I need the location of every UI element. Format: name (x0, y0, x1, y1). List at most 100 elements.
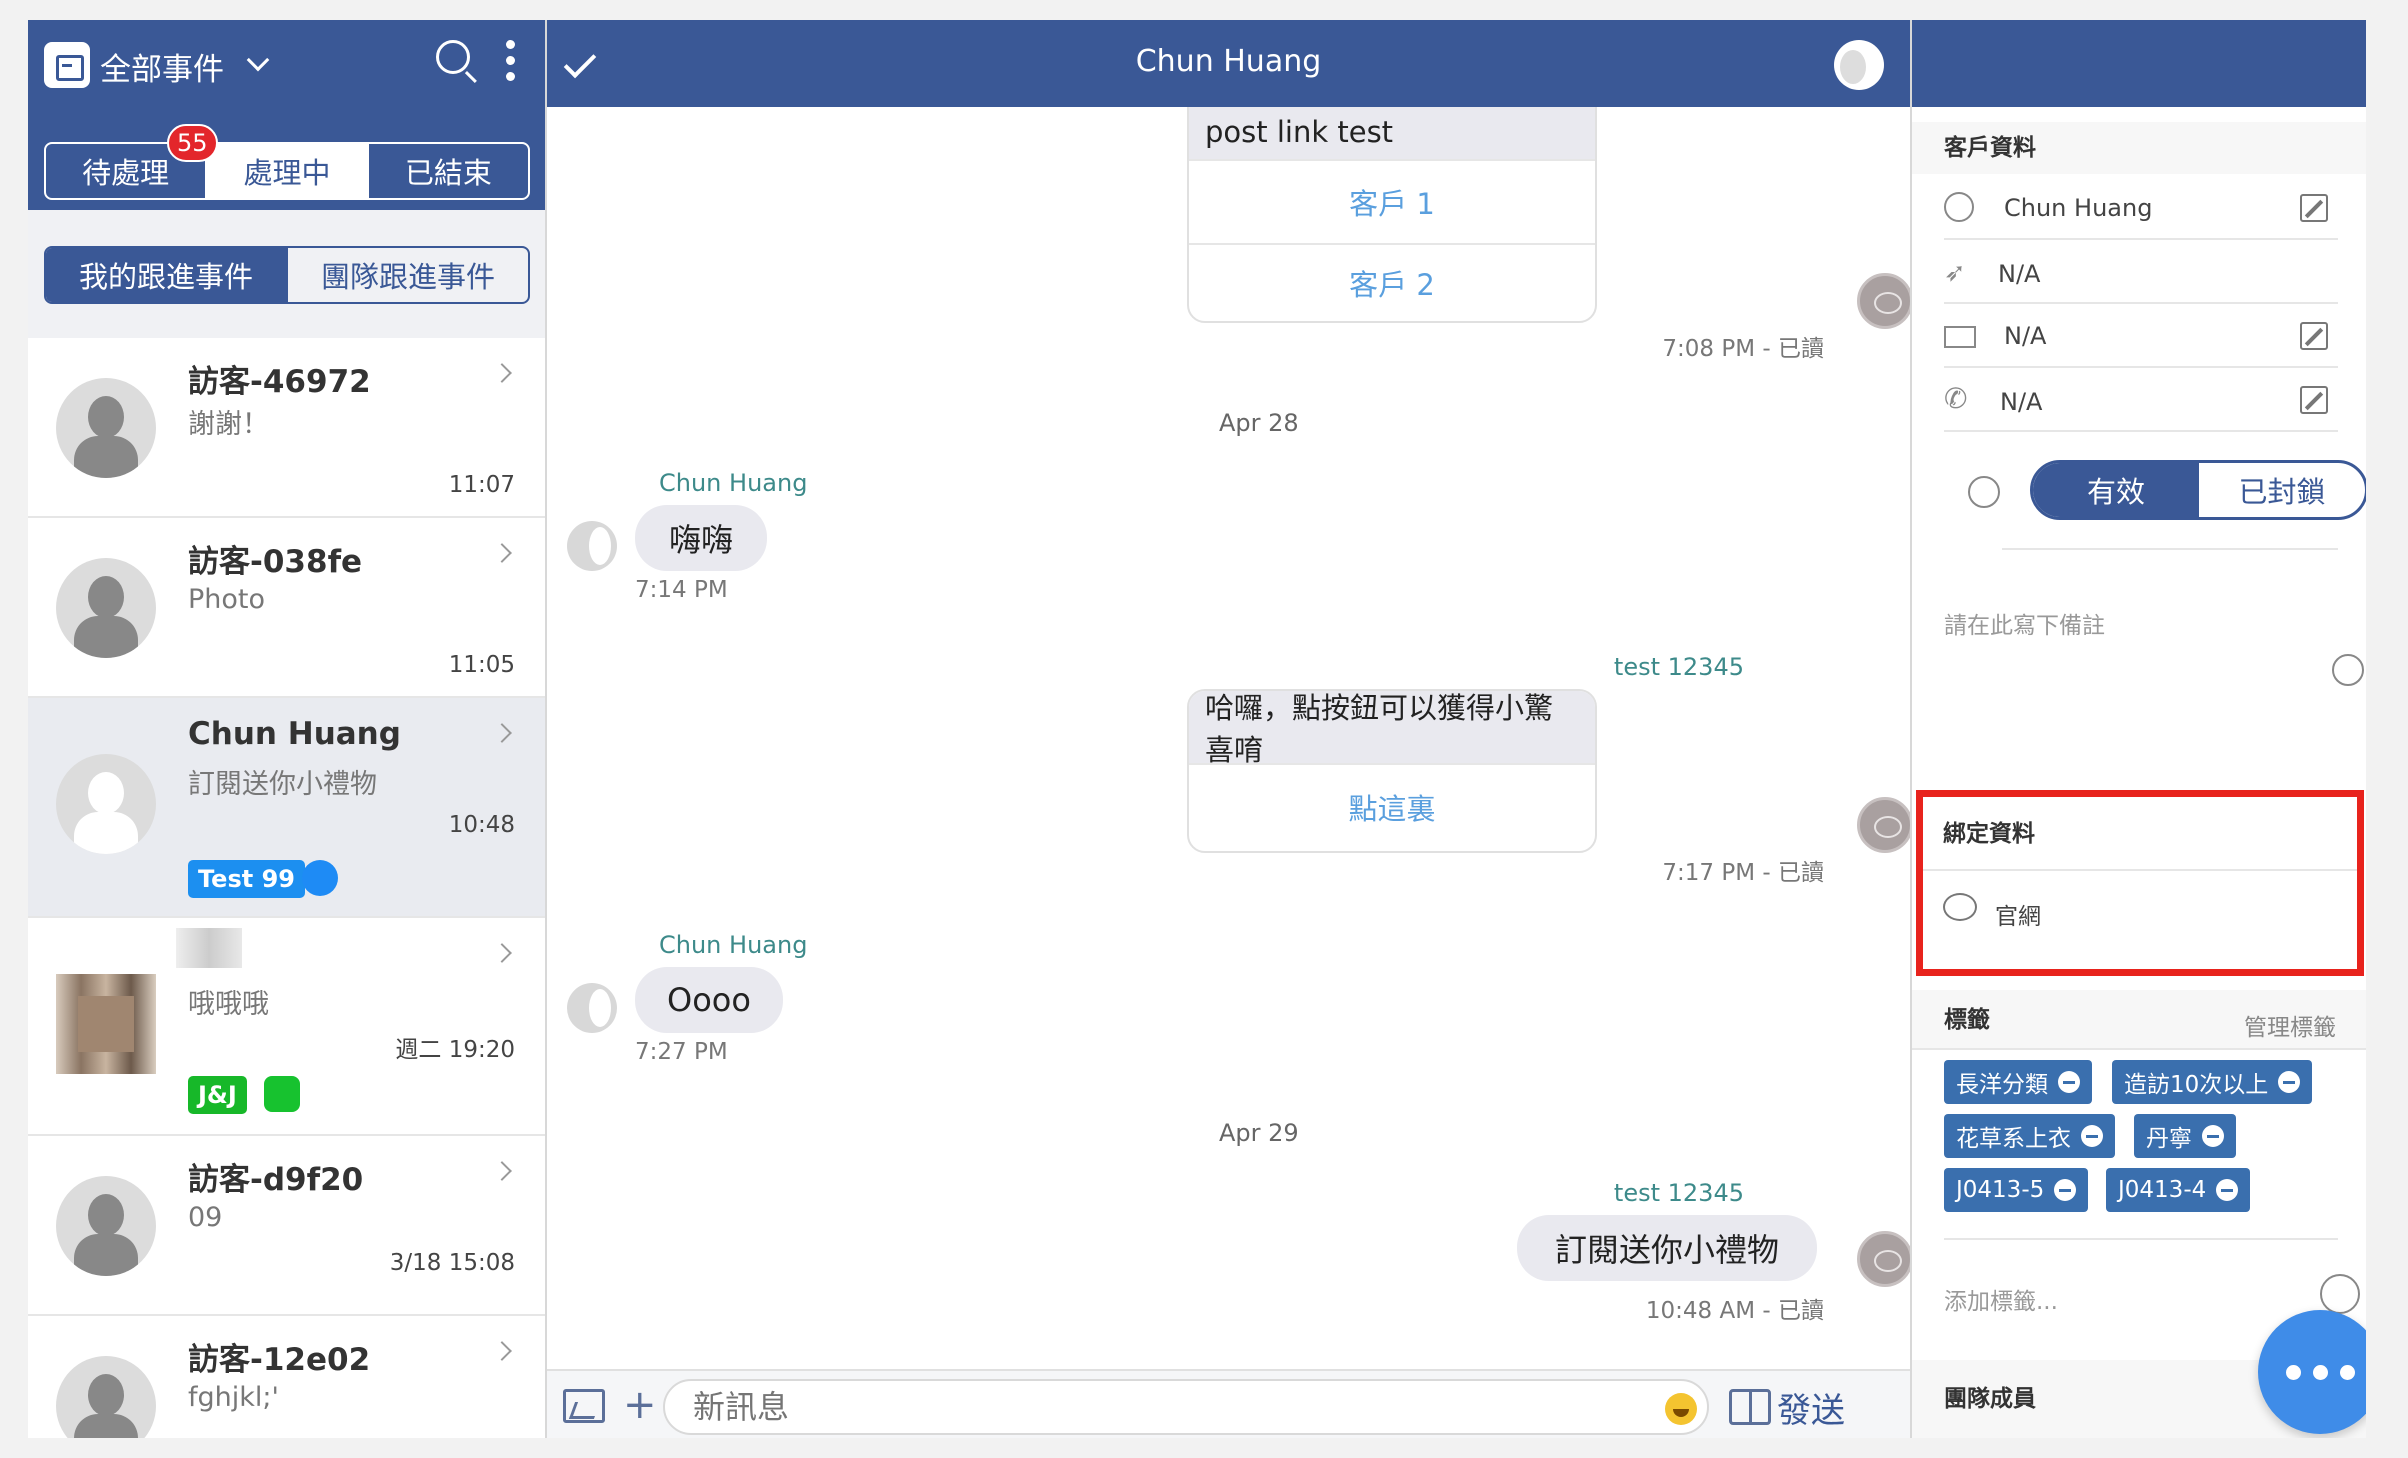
add-tag-input[interactable]: 添加標籤... (1944, 1282, 2058, 1316)
conversation-preview: fghjkl;' (188, 1382, 279, 1413)
chat-bubble-icon (1943, 893, 1977, 921)
message-time: 7:27 PM (635, 1039, 728, 1065)
location-arrow-icon: ➶ (1944, 258, 1966, 288)
plus-icon[interactable]: + (623, 1385, 657, 1425)
customer-avatar (567, 983, 617, 1033)
sender-name: test 12345 (1613, 653, 1744, 681)
customer-email: N/A (2004, 322, 2047, 350)
status-blocked[interactable]: 已封鎖 (2199, 463, 2365, 517)
chevron-right-icon (492, 1341, 512, 1361)
card-button[interactable]: 客戶 2 (1189, 243, 1595, 321)
message-input[interactable] (663, 1379, 1709, 1435)
tag-item[interactable]: 長洋分類 (1944, 1060, 2092, 1104)
tag-label: 造訪10次以上 (2124, 1072, 2269, 1098)
tag-item[interactable]: 丹寧 (2134, 1114, 2236, 1158)
chat-panel: Chun Huang post link test 客戶 1 客戶 2 7:08… (547, 20, 1912, 1438)
divider (2002, 548, 2338, 550)
name-row: Chun Huang (1944, 176, 2338, 240)
tag-label: 丹寧 (2146, 1126, 2192, 1152)
tag-label: J0413-4 (2118, 1177, 2207, 1203)
binding-item[interactable]: 官網 (1995, 897, 2041, 931)
line-icon (264, 1076, 300, 1112)
sender-name: Chun Huang (659, 931, 808, 959)
tag-item[interactable]: 造訪10次以上 (2112, 1060, 2313, 1104)
conversation-item[interactable]: 訪客-d9f20 09 3/18 15:08 (28, 1136, 545, 1316)
customer-location: N/A (1998, 260, 2041, 288)
image-upload-icon[interactable] (563, 1389, 605, 1423)
conversation-name: 訪客-d9f20 (188, 1162, 364, 1198)
card-text: post link test (1189, 107, 1595, 159)
avatar (56, 558, 156, 658)
tab-team-follow[interactable]: 團隊跟進事件 (288, 248, 528, 302)
conversation-item[interactable]: 哦哦哦 週二 19:20 J&J (28, 918, 545, 1136)
tab-closed[interactable]: 已結束 (369, 144, 528, 198)
conversation-name: Chun Huang (188, 716, 401, 752)
conversation-list: 訪客-46972 謝謝！ 11:07 訪客-038fe Photo 11:05 … (28, 338, 545, 1438)
chevron-right-icon (492, 723, 512, 743)
status-toggle: 有效 已封鎖 (2030, 460, 2366, 520)
card-button[interactable]: 客戶 1 (1189, 159, 1595, 243)
more-icon[interactable] (506, 40, 516, 84)
card-button[interactable]: 點這裏 (1189, 763, 1595, 849)
avatar (56, 378, 156, 478)
chevron-down-icon[interactable] (246, 48, 270, 72)
card-text: 哈囉，點按鈕可以獲得小驚喜唷 (1189, 691, 1595, 767)
conversation-item[interactable]: 訪客-46972 謝謝！ 11:07 (28, 338, 545, 518)
messenger-icon (302, 860, 338, 896)
manage-tags-link[interactable]: 管理標籤 (2244, 1008, 2336, 1042)
conversation-item-selected[interactable]: Chun Huang 訂閱送你小禮物 10:48 Test 99 (28, 698, 545, 918)
edit-icon[interactable] (2300, 194, 2328, 222)
remove-tag-icon[interactable] (2216, 1179, 2239, 1201)
tag-chip: J&J (188, 1076, 247, 1114)
tab-my-follow[interactable]: 我的跟進事件 (46, 248, 288, 302)
avatar (56, 754, 156, 854)
divider (1944, 1238, 2338, 1240)
template-card: 哈囉，點按鈕可以獲得小驚喜唷 點這裏 (1187, 689, 1597, 853)
conversation-time: 3/18 15:08 (389, 1250, 515, 1276)
conversation-item[interactable]: 訪客-12e02 fghjkl;' (28, 1316, 545, 1438)
conversation-preview: 謝謝！ (188, 409, 269, 440)
avatar (56, 1356, 156, 1438)
message-meta: 10:48 AM - 已讀 (1645, 1298, 1824, 1324)
event-filter-title[interactable]: 全部事件 (100, 44, 224, 89)
remove-tag-icon[interactable] (2202, 1125, 2224, 1147)
conversation-preview: Photo (188, 584, 266, 615)
confirm-check-icon[interactable] (2332, 654, 2364, 686)
note-field[interactable]: 請在此寫下備註 (1944, 606, 2105, 640)
pending-count-badge: 55 (167, 124, 218, 162)
conversation-time: 週二 19:20 (395, 1037, 515, 1063)
status-active[interactable]: 有效 (2033, 463, 2199, 517)
remove-tag-icon[interactable] (2058, 1071, 2080, 1093)
add-tag-plus-icon[interactable] (2320, 1274, 2360, 1314)
remove-tag-icon[interactable] (2278, 1071, 2301, 1093)
send-button[interactable]: 發送 (1777, 1383, 1845, 1432)
emoji-icon[interactable] (1665, 1393, 1697, 1425)
message-meta: 7:08 PM - 已讀 (1662, 336, 1824, 362)
chevron-right-icon (492, 363, 512, 383)
avatar (56, 1176, 156, 1276)
tag-item[interactable]: 花草系上衣 (1944, 1114, 2115, 1158)
block-toggle-icon[interactable] (1968, 476, 2000, 508)
tag-item[interactable]: J0413-5 (1944, 1168, 2089, 1212)
remove-tag-icon[interactable] (2081, 1125, 2103, 1147)
chevron-right-icon (492, 1161, 512, 1181)
message-bubble: 嗨嗨 (635, 505, 767, 571)
edit-icon[interactable] (2300, 386, 2328, 414)
edit-icon[interactable] (2300, 322, 2328, 350)
tag-item[interactable]: J0413-4 (2106, 1168, 2251, 1212)
search-icon[interactable] (436, 40, 470, 74)
customer-panel: 客戶資料 Chun Huang ➶ N/A N/A ✆ N/A 有效 已封鎖 請… (1912, 20, 2366, 1438)
conversation-item[interactable]: 訪客-038fe Photo 11:05 (28, 518, 545, 698)
contact-avatar[interactable] (1834, 40, 1884, 90)
conversation-preview: 哦哦哦 (188, 989, 269, 1020)
conversation-name: 訪客-46972 (188, 364, 371, 400)
chat-header: Chun Huang (547, 20, 1910, 107)
message-bubble: Oooo (635, 967, 783, 1033)
conversation-panel: 全部事件 待處理 處理中 已結束 55 我的跟進事件 團隊跟進事件 訪客-469… (28, 20, 547, 1438)
tag-label: 花草系上衣 (1956, 1126, 2071, 1152)
remove-tag-icon[interactable] (2054, 1179, 2077, 1201)
quick-reply-book-icon[interactable] (1729, 1389, 1771, 1425)
conversation-preview: 訂閱送你小禮物 (188, 769, 377, 800)
customer-section-header: 客戶資料 (1912, 122, 2366, 174)
tab-in-progress[interactable]: 處理中 (207, 144, 369, 198)
